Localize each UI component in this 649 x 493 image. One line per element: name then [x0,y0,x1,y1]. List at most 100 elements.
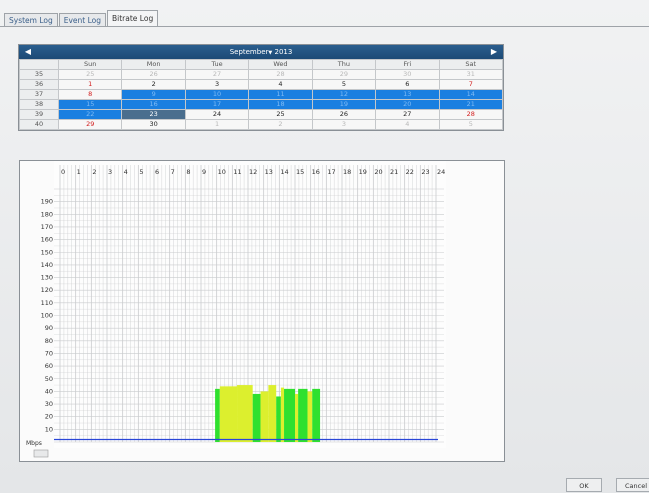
x-tick-label: 5 [139,168,143,176]
calendar-day[interactable]: 30 [375,69,440,80]
dow-sat: Sat [438,59,504,70]
bitrate-bar [260,391,269,442]
bitrate-bar [276,396,281,442]
calendar-day[interactable]: 3 [184,79,250,90]
calendar-day[interactable]: 1 [184,119,250,130]
x-tick-label: 18 [343,168,351,176]
calendar-day[interactable]: 30 [121,119,186,130]
y-tick-label: 10 [45,425,53,433]
calendar-day[interactable]: 2 [121,79,186,90]
calendar-day[interactable]: 1 [57,79,123,90]
tab-system-log[interactable]: System Log [4,13,58,26]
y-tick-label: 150 [41,248,53,256]
calendar-day[interactable]: 22 [57,109,123,120]
bitrate-bar [252,393,261,442]
week-number: 39 [19,109,59,120]
calendar-day[interactable]: 31 [438,69,504,80]
y-tick-label: 50 [45,375,53,383]
calendar-day[interactable]: 16 [121,99,186,110]
calendar-day[interactable]: 25 [248,109,313,120]
week-number: 35 [19,69,59,80]
calendar-day[interactable]: 26 [121,69,186,80]
calendar-week-row: 38 15 16 17 18 19 20 21 [19,99,504,110]
bitrate-bar [295,393,299,442]
next-month-arrow-icon[interactable]: ▶ [487,45,501,59]
calendar-day[interactable]: 18 [248,99,313,110]
calendar-day[interactable]: 13 [375,89,440,100]
calendar-week-row: 40 29 30 1 2 3 4 5 [19,119,504,130]
x-tick-label: 14 [280,168,288,176]
month-dropdown-icon[interactable]: ▼ [268,50,272,56]
calendar-day[interactable]: 3 [311,119,377,130]
x-tick-label: 13 [265,168,273,176]
calendar-day[interactable]: 25 [57,69,123,80]
calendar-day[interactable]: 8 [57,89,123,100]
calendar-day[interactable]: 12 [311,89,377,100]
calendar-day[interactable]: 19 [311,99,377,110]
bitrate-chart: 0 1 2 3 4 5 6 7 8 9 10 11 12 13 14 15 16 17 18 19 20 21 22 23 24… [19,160,505,462]
y-tick-label: 80 [45,337,53,345]
calendar-day[interactable]: 4 [248,79,313,90]
calendar-year[interactable]: 2013 [274,48,292,56]
calendar-day[interactable]: 5 [311,79,377,90]
calendar-day[interactable]: 29 [57,119,123,130]
calendar-week-row: 39 22 23 24 25 26 27 28 [19,109,504,120]
calendar-month[interactable]: September [230,48,269,56]
x-tick-label: 4 [124,168,128,176]
week-number-header [19,59,59,70]
calendar-day[interactable]: 15 [57,99,123,110]
y-tick-label: 160 [41,236,53,244]
calendar-day[interactable]: 17 [184,99,250,110]
x-tick-label: 9 [202,168,206,176]
ok-button[interactable]: OK [566,478,602,492]
calendar-day[interactable]: 4 [375,119,440,130]
x-tick-label: 23 [421,168,429,176]
x-tick-label: 22 [406,168,414,176]
calendar-day[interactable]: 20 [375,99,440,110]
y-tick-label: 170 [41,223,53,231]
tab-event-log[interactable]: Event Log [58,13,107,26]
x-tick-label: 7 [171,168,175,176]
x-tick-label: 11 [233,168,241,176]
bitrate-log-window: System Log Event Log Bitrate Log ◀ Septe… [0,0,649,493]
chart-scroll-icon [33,449,49,458]
calendar-day[interactable]: 29 [311,69,377,80]
y-tick-label: 100 [41,312,53,320]
x-tick-label: 3 [108,168,112,176]
prev-month-arrow-icon[interactable]: ◀ [21,45,35,59]
calendar-day[interactable]: 26 [311,109,377,120]
y-tick-label: 70 [45,349,53,357]
dow-tue: Tue [184,59,250,70]
calendar-day[interactable]: 23 [121,109,186,120]
tab-bitrate-log[interactable]: Bitrate Log [107,10,159,26]
calendar-day[interactable]: 27 [184,69,250,80]
calendar-day[interactable]: 21 [438,99,504,110]
calendar-day[interactable]: 28 [438,109,504,120]
cancel-button[interactable]: Cancel [616,478,649,492]
calendar-day[interactable]: 27 [375,109,440,120]
x-tick-label: 8 [186,168,190,176]
x-tick-label: 6 [155,168,159,176]
calendar-day[interactable]: 10 [184,89,250,100]
calendar-day[interactable]: 5 [438,119,504,130]
x-tick-label: 15 [296,168,304,176]
y-tick-label: 180 [41,210,53,218]
calendar-day[interactable]: 9 [121,89,186,100]
dow-sun: Sun [57,59,123,70]
dow-mon: Mon [121,59,186,70]
calendar-day[interactable]: 24 [184,109,250,120]
calendar-day[interactable]: 14 [438,89,504,100]
calendar-day[interactable]: 7 [438,79,504,90]
day-of-week-row: Sun Mon Tue Wed Thu Fri Sat [19,59,504,70]
calendar-day[interactable]: 6 [375,79,440,90]
calendar-day[interactable]: 28 [248,69,313,80]
y-tick-label: 30 [45,400,53,408]
calendar-day[interactable]: 11 [248,89,313,100]
calendar-day[interactable]: 2 [248,119,313,130]
bitrate-bar [215,388,220,442]
calendar-week-row: 37 8 9 10 11 12 13 14 [19,89,504,100]
bitrate-bar [298,388,308,442]
calendar: ◀ September▼ 2013 ▶ Sun Mon Tue Wed Thu … [18,44,504,131]
week-number: 36 [19,79,59,90]
x-tick-label: 20 [374,168,382,176]
